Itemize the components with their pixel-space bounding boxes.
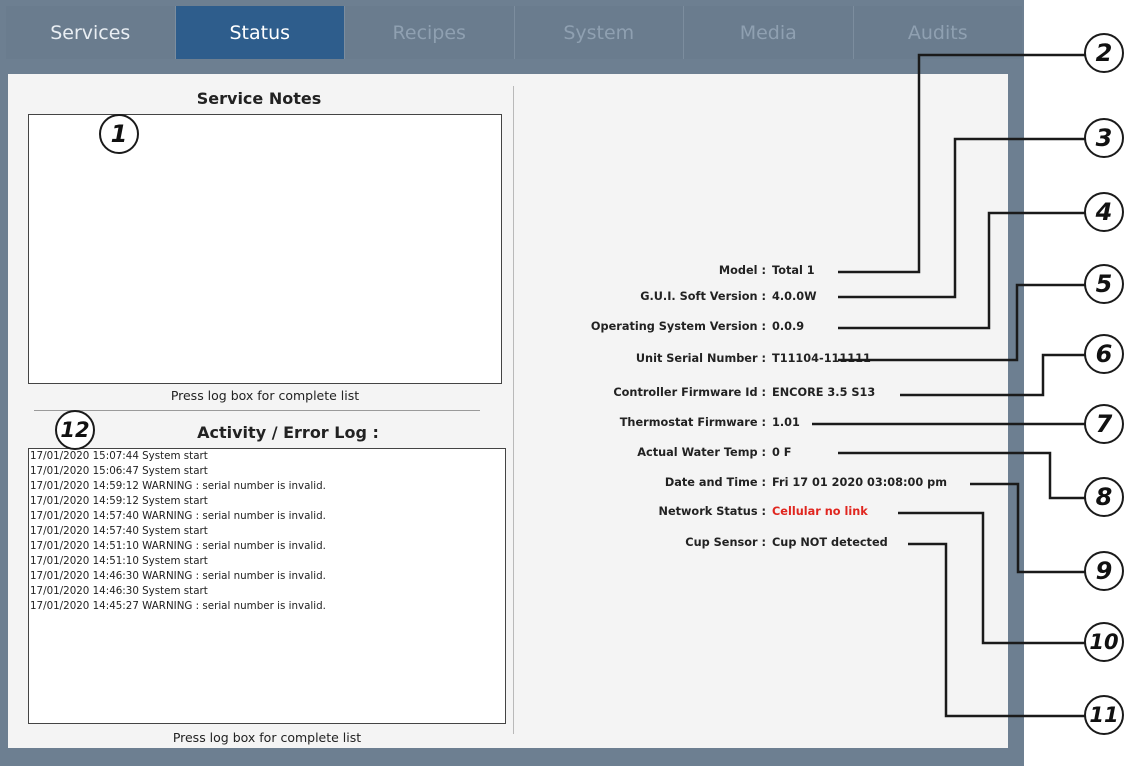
callout-2: 2 [1084, 33, 1124, 73]
log-entry: 17/01/2020 14:59:12 WARNING : serial num… [30, 480, 326, 492]
status-info-value: 0 F [772, 446, 792, 459]
status-info-row: Thermostat Firmware : 1.01 [520, 416, 980, 434]
column-divider [513, 86, 514, 734]
status-info-row: Unit Serial Number : T11104-111111 [520, 352, 980, 370]
section-separator [34, 410, 480, 411]
callout-11: 11 [1084, 695, 1124, 735]
tab-bar: Services Status Recipes System Media Aud… [6, 6, 1022, 59]
callout-7: 7 [1084, 404, 1124, 444]
tab-services[interactable]: Services [6, 6, 176, 59]
status-info-row: G.U.I. Soft Version : 4.0.0W [520, 290, 980, 308]
status-info-value: 0.0.9 [772, 320, 805, 333]
status-info-label: Cup Sensor : [685, 536, 766, 549]
status-info-value: Total 1 [772, 264, 815, 277]
log-entry: 17/01/2020 14:51:10 System start [30, 555, 208, 567]
callout-8: 8 [1084, 477, 1124, 517]
activity-log-list: 17/01/2020 15:07:44 System start 17/01/20… [29, 449, 505, 614]
activity-log-box[interactable]: 17/01/2020 15:07:44 System start 17/01/20… [28, 448, 506, 724]
status-info-label: Operating System Version : [590, 320, 766, 333]
log-entry: 17/01/2020 14:51:10 WARNING : serial num… [30, 540, 326, 552]
callout-5: 5 [1084, 264, 1124, 304]
log-entry: 17/01/2020 14:57:40 System start [30, 525, 208, 537]
callout-6: 6 [1084, 334, 1124, 374]
status-info-row: Model : Total 1 [520, 264, 980, 282]
callout-9: 9 [1084, 551, 1124, 591]
callout-10: 10 [1084, 622, 1124, 662]
tab-media[interactable]: Media [684, 6, 854, 59]
status-info-label: Unit Serial Number : [635, 352, 766, 365]
callout-12: 12 [55, 410, 95, 450]
status-info-label: Date and Time : [664, 476, 766, 489]
service-notes-box[interactable] [28, 114, 502, 384]
status-info-label: G.U.I. Soft Version : [640, 290, 766, 303]
status-info-row: Actual Water Temp : 0 F [520, 446, 980, 464]
tab-system[interactable]: System [514, 6, 684, 59]
tab-status[interactable]: Status [175, 6, 345, 59]
log-entry: 17/01/2020 14:59:12 System start [30, 495, 208, 507]
activity-log-title: Activity / Error Log : [197, 423, 379, 442]
status-info-value: Fri 17 01 2020 03:08:00 pm [772, 476, 948, 489]
log-entry: 17/01/2020 14:46:30 WARNING : serial num… [30, 570, 326, 582]
service-notes-title: Service Notes [196, 89, 322, 108]
status-info-value: T11104-111111 [772, 352, 871, 365]
status-info-label: Network Status : [658, 505, 766, 518]
status-info-value: Cellular no link [772, 505, 868, 518]
log-entry: 17/01/2020 15:07:44 System start [30, 450, 208, 462]
tab-audits[interactable]: Audits [853, 6, 1022, 59]
log-entry: 17/01/2020 14:45:27 WARNING : serial num… [30, 600, 326, 612]
tab-recipes[interactable]: Recipes [345, 6, 515, 59]
log-entry: 17/01/2020 14:57:40 WARNING : serial num… [30, 510, 326, 522]
activity-log-hint: Press log box for complete list [172, 730, 362, 745]
status-info-value: Cup NOT detected [772, 536, 888, 549]
device-frame: Services Status Recipes System Media Aud… [0, 0, 1024, 766]
status-info-row: Date and Time : Fri 17 01 2020 03:08:00 p… [520, 476, 980, 494]
status-info-label: Actual Water Temp : [637, 446, 766, 459]
status-info-value: 4.0.0W [772, 290, 817, 303]
status-info-label: Model : [718, 264, 766, 277]
status-panel: Service Notes Press log box for complete… [8, 74, 1008, 748]
status-info-row: Operating System Version : 0.0.9 [520, 320, 980, 338]
status-info-value: 1.01 [772, 416, 800, 429]
status-info-label: Controller Firmware Id : [613, 386, 766, 399]
status-info-row: Network Status : Cellular no link [520, 505, 980, 523]
log-entry: 17/01/2020 14:46:30 System start [30, 585, 208, 597]
callout-3: 3 [1084, 118, 1124, 158]
status-info-row: Cup Sensor : Cup NOT detected [520, 536, 980, 554]
callout-4: 4 [1084, 192, 1124, 232]
log-entry: 17/01/2020 15:06:47 System start [30, 465, 208, 477]
status-info-row: Controller Firmware Id : ENCORE 3.5 S13 [520, 386, 980, 404]
service-notes-hint: Press log box for complete list [170, 388, 360, 403]
status-info-value: ENCORE 3.5 S13 [772, 386, 876, 399]
status-info-label: Thermostat Firmware : [619, 416, 766, 429]
callout-1: 1 [99, 114, 139, 154]
